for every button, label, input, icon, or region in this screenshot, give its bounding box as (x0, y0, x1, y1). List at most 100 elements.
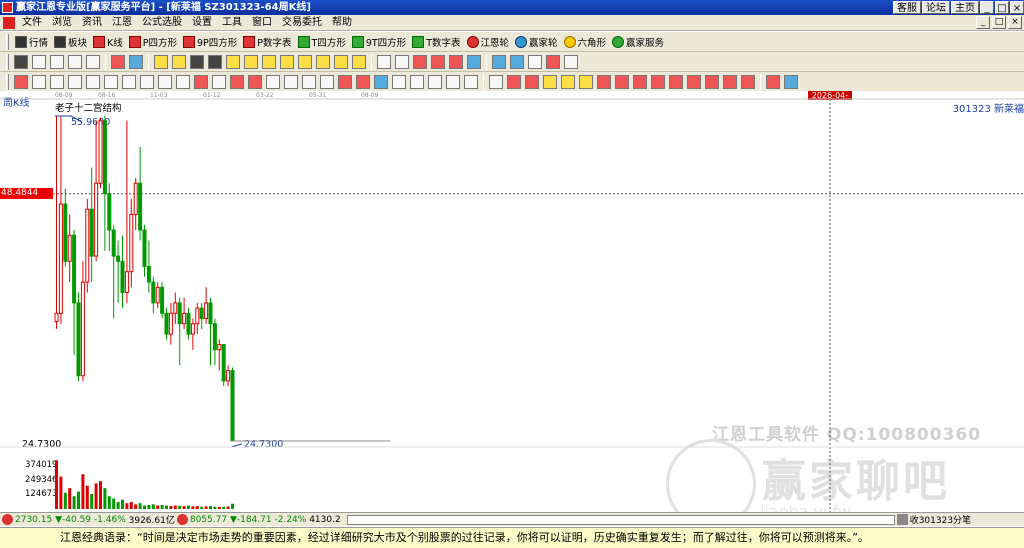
grid-tool-icon[interactable] (374, 74, 388, 89)
forum-button[interactable]: 论坛 (922, 1, 950, 14)
winner-wheel-button[interactable]: 赢家轮 (512, 33, 561, 51)
menu-browse[interactable]: 浏览 (47, 15, 77, 31)
infinity-icon[interactable] (784, 74, 798, 89)
percent-2-icon[interactable] (525, 74, 539, 89)
kline-button[interactable]: K线 (90, 33, 126, 51)
bar-tool-7-icon[interactable] (140, 74, 154, 89)
cycle-icon[interactable] (338, 74, 352, 89)
index2-icon[interactable] (176, 514, 188, 525)
table-tool-icon[interactable] (489, 74, 503, 89)
menu-formula-screener[interactable]: 公式选股 (137, 15, 187, 31)
bar-tool-8-icon[interactable] (158, 74, 172, 89)
toolbar-grip[interactable] (6, 53, 9, 70)
bar-tool-3-icon[interactable] (68, 74, 82, 89)
diamond-zoom-out-icon[interactable] (316, 54, 330, 69)
diamond-zoom-in-icon[interactable] (298, 54, 312, 69)
level-2-icon[interactable] (615, 74, 629, 89)
menu-trade[interactable]: 交易委托 (277, 15, 327, 31)
menu-news[interactable]: 资讯 (77, 15, 107, 31)
child-restore-button[interactable]: □ (992, 16, 1006, 29)
coin-icon[interactable] (543, 74, 557, 89)
window-icon[interactable] (492, 54, 506, 69)
gann-wheel-button[interactable]: 江恩轮 (464, 33, 513, 51)
bar-tool-5-icon[interactable] (104, 74, 118, 89)
9p-square-button[interactable]: 9P四方形 (180, 33, 240, 51)
maximize-button[interactable]: □ (995, 1, 1009, 14)
t-square-button[interactable]: T四方形 (295, 33, 349, 51)
diamond-up-icon[interactable] (262, 54, 276, 69)
cycle-2-icon[interactable] (356, 74, 370, 89)
child-minimize-button[interactable]: _ (976, 16, 990, 29)
first-icon[interactable] (154, 54, 168, 69)
fib-5-icon[interactable] (464, 74, 478, 89)
kline-chart[interactable] (0, 91, 1024, 512)
fan-icon[interactable] (449, 54, 463, 69)
diamond-down-icon[interactable] (280, 54, 294, 69)
menu-gann[interactable]: 江恩 (107, 15, 137, 31)
hexagon-button[interactable]: 六角形 (561, 33, 610, 51)
p-number-table-button[interactable]: P数字表 (240, 33, 294, 51)
menu-file[interactable]: 文件 (17, 15, 47, 31)
diamond-fit-icon[interactable] (334, 54, 348, 69)
bar-tool-icon[interactable] (32, 74, 46, 89)
menu-settings[interactable]: 设置 (187, 15, 217, 31)
level-icon[interactable] (597, 74, 611, 89)
child-close-button[interactable]: × (1008, 16, 1022, 29)
bar-tool-9-icon[interactable] (212, 74, 226, 89)
coin-3-icon[interactable] (579, 74, 593, 89)
angle-2-icon[interactable] (651, 74, 665, 89)
arrow-tool-icon[interactable] (194, 74, 208, 89)
settings-icon[interactable] (86, 54, 100, 69)
close-button[interactable]: × (1010, 1, 1024, 14)
angle-3-icon[interactable] (669, 74, 683, 89)
angle-7-icon[interactable] (741, 74, 755, 89)
target-icon[interactable] (230, 74, 244, 89)
diamond-reset-icon[interactable] (352, 54, 366, 69)
gann-line-4-icon[interactable] (320, 74, 334, 89)
save-icon[interactable] (510, 54, 524, 69)
print-icon[interactable] (528, 54, 542, 69)
minimize-button[interactable]: _ (980, 1, 994, 14)
pin-icon[interactable] (50, 54, 64, 69)
fib-4-icon[interactable] (446, 74, 460, 89)
fib-3-icon[interactable] (428, 74, 442, 89)
chart-area[interactable]: 周K线 08-09 08-16 11-03 01-12 03-22 05-31 … (0, 91, 1024, 512)
toolbar-grip[interactable] (6, 73, 9, 90)
fib-icon[interactable] (392, 74, 406, 89)
percent-icon[interactable] (507, 74, 521, 89)
angle-5-icon[interactable] (705, 74, 719, 89)
angle-4-icon[interactable] (687, 74, 701, 89)
last-icon[interactable] (172, 54, 186, 69)
pen-icon[interactable] (14, 74, 28, 89)
toolbar-grip[interactable] (6, 33, 9, 50)
winner-service-button[interactable]: 赢家服务 (609, 33, 667, 51)
prev-icon[interactable] (190, 54, 204, 69)
check-line-icon[interactable] (431, 54, 445, 69)
menu-help[interactable]: 帮助 (327, 15, 357, 31)
homepage-button[interactable]: 主页 (951, 1, 979, 14)
fib-2-icon[interactable] (410, 74, 424, 89)
gann-line-2-icon[interactable] (284, 74, 298, 89)
9t-square-button[interactable]: 9T四方形 (349, 33, 409, 51)
ruler-icon[interactable] (176, 74, 190, 89)
hand-icon[interactable] (377, 54, 391, 69)
p-square-button[interactable]: P四方形 (126, 33, 180, 51)
refresh-icon[interactable] (111, 54, 125, 69)
menu-tools[interactable]: 工具 (217, 15, 247, 31)
customer-service-button[interactable]: 客服 (893, 1, 921, 14)
gann-line-3-icon[interactable] (302, 74, 316, 89)
index-icon[interactable] (2, 514, 13, 525)
bar-tool-4-icon[interactable] (86, 74, 100, 89)
export-icon[interactable] (546, 54, 560, 69)
color-icon[interactable] (766, 74, 780, 89)
crosshair-icon[interactable] (395, 54, 409, 69)
dropdown-icon[interactable] (68, 54, 82, 69)
angle-icon[interactable] (633, 74, 647, 89)
sector-button[interactable]: 板块 (51, 33, 90, 51)
trend-line-icon[interactable] (413, 54, 427, 69)
horizontal-scrollbar[interactable] (346, 514, 895, 525)
menu-window[interactable]: 窗口 (247, 15, 277, 31)
grid-icon[interactable] (14, 54, 28, 69)
angle-6-icon[interactable] (723, 74, 737, 89)
next-icon[interactable] (208, 54, 222, 69)
